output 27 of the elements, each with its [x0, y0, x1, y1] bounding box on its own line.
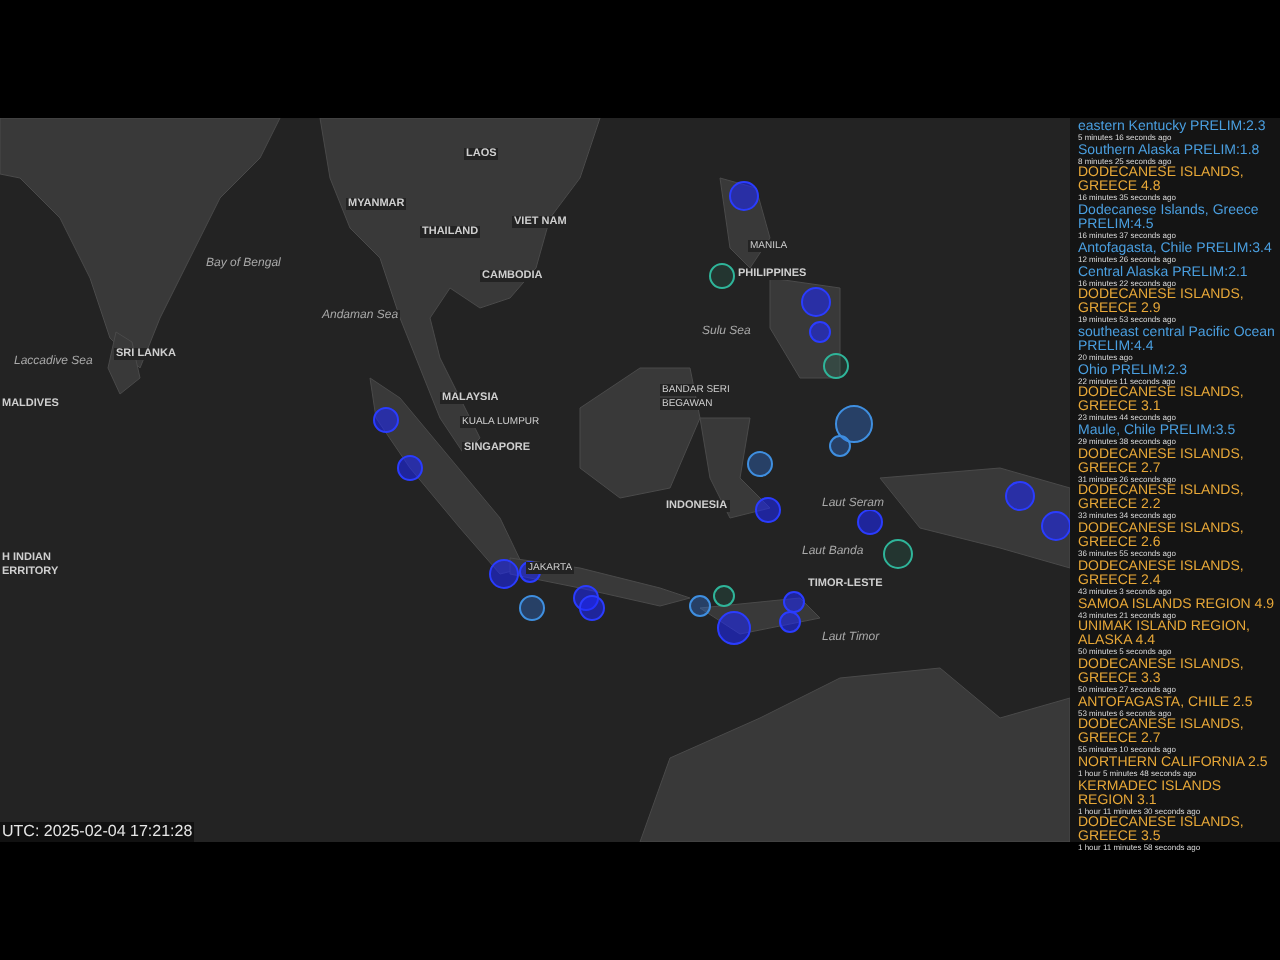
utc-clock: UTC: 2025-02-04 17:21:28 — [0, 822, 195, 842]
earthquake-marker[interactable] — [809, 321, 831, 343]
earthquake-marker[interactable] — [1005, 481, 1035, 511]
earthquake-marker[interactable] — [1041, 511, 1070, 541]
earthquake-marker[interactable] — [779, 611, 801, 633]
earthquake-marker[interactable] — [755, 497, 781, 523]
earthquake-marker[interactable] — [689, 595, 711, 617]
earthquake-marker[interactable] — [835, 405, 873, 443]
earthquake-marker[interactable] — [519, 595, 545, 621]
earthquake-marker[interactable] — [373, 407, 399, 433]
earthquake-marker[interactable] — [713, 585, 735, 607]
earthquake-marker[interactable] — [717, 611, 751, 645]
earthquake-marker[interactable] — [823, 353, 849, 379]
landmass — [699, 597, 821, 635]
earthquake-marker[interactable] — [829, 435, 851, 457]
earthquake-marker[interactable] — [579, 595, 605, 621]
landmass — [769, 277, 841, 379]
earthquake-marker[interactable] — [883, 539, 913, 569]
earthquake-marker[interactable] — [783, 591, 805, 613]
earthquake-marker[interactable] — [489, 559, 519, 589]
earthquake-marker[interactable] — [573, 585, 599, 611]
earthquake-marker[interactable] — [709, 263, 735, 289]
earthquake-marker[interactable] — [801, 287, 831, 317]
earthquake-marker[interactable] — [747, 451, 773, 477]
earthquake-marker[interactable] — [397, 455, 423, 481]
earthquake-marker[interactable] — [729, 181, 759, 211]
earthquake-marker[interactable] — [857, 509, 883, 535]
